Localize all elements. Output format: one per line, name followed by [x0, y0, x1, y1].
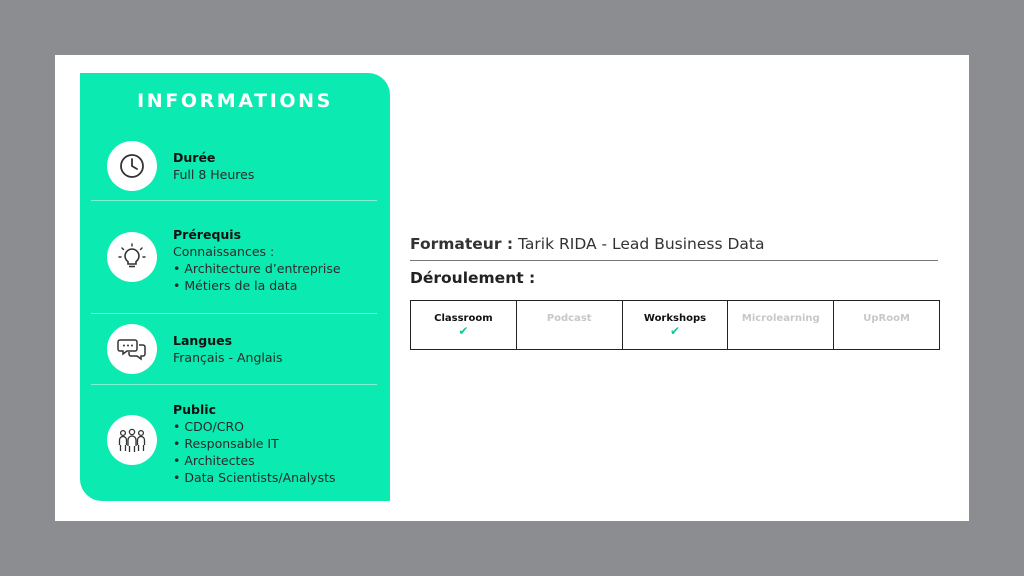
divider: [91, 384, 377, 385]
public-line: • Data Scientists/Analysts: [173, 470, 336, 485]
langues-value: Français - Anglais: [173, 350, 283, 365]
deroulement-label: Déroulement :: [410, 269, 536, 287]
public-line: • Responsable IT: [173, 436, 279, 451]
prerequis-line: • Architecture d’entreprise: [173, 261, 341, 276]
langues-label: Langues: [173, 333, 233, 348]
public-line: • CDO/CRO: [173, 419, 245, 434]
duree-value: Full 8 Heures: [173, 167, 255, 182]
public-label: Public: [173, 402, 216, 417]
group-icon: [107, 415, 157, 465]
slide: INFORMATIONS Durée Full 8 Heures Prérequ…: [55, 55, 969, 521]
divider: [91, 313, 377, 314]
mode-microlearning: Microlearning: [727, 301, 833, 349]
public-line: • Architectes: [173, 453, 255, 468]
informations-panel: INFORMATIONS Durée Full 8 Heures Prérequ…: [80, 73, 390, 501]
prerequis-line: Connaissances :: [173, 244, 275, 259]
panel-title: INFORMATIONS: [137, 90, 333, 112]
lightbulb-icon: [107, 232, 157, 282]
modes-table: Classroom ✔ Podcast Workshops ✔ Microlea…: [410, 300, 940, 350]
mode-podcast: Podcast: [515, 301, 622, 349]
duree-label: Durée: [173, 150, 216, 165]
check-icon: ✔: [458, 324, 469, 338]
mode-workshops: Workshops ✔: [621, 301, 728, 349]
formateur-value: Tarik RIDA - Lead Business Data: [518, 235, 765, 253]
prerequis-label: Prérequis: [173, 227, 242, 242]
formateur-line: Formateur : Tarik RIDA - Lead Business D…: [410, 235, 940, 253]
divider: [410, 260, 938, 261]
mode-classroom: Classroom ✔: [411, 301, 516, 349]
check-icon: ✔: [669, 324, 681, 338]
prerequis-line: • Métiers de la data: [173, 278, 298, 293]
mode-uproom: UpRooM: [833, 301, 939, 349]
chat-bubbles-icon: [107, 324, 157, 374]
formateur-label: Formateur :: [410, 235, 514, 253]
clock-icon: [107, 141, 157, 191]
divider: [91, 200, 377, 201]
